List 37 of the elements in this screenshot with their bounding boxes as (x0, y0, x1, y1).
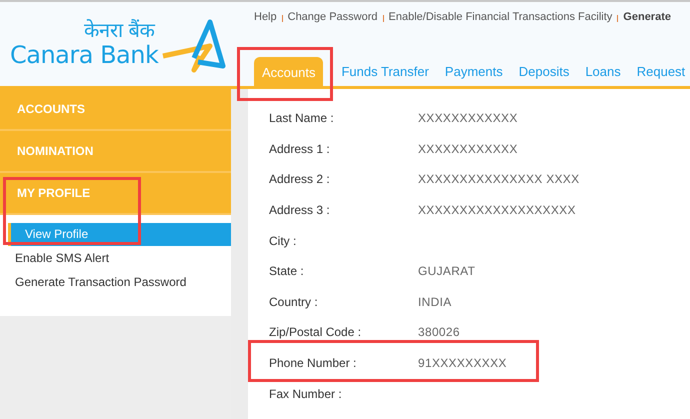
field-label: Fax Number : (268, 386, 343, 401)
field-label: Last Name : (268, 111, 335, 126)
sidebar-item[interactable]: View Profile (8, 223, 231, 246)
nav-tab[interactable]: Request (628, 57, 690, 86)
field-value: GUJARAT (418, 264, 476, 278)
field-label: Phone Number : (268, 356, 358, 370)
nav-tab[interactable]: Accounts (254, 57, 324, 86)
field-label: Country : (268, 294, 319, 309)
sidebar-item[interactable]: Enable SMS Alert (0, 247, 231, 270)
nav-tab[interactable]: Funds Transfer (333, 57, 437, 86)
field-value: 91XXXXXXXXX (418, 356, 507, 370)
logo-hindi-text: केनरा बैंक (84, 20, 154, 42)
top-link[interactable]: Generate (623, 11, 671, 23)
field-value: INDIA (418, 294, 452, 309)
field-label: Address 1 : (268, 142, 331, 156)
sidebar-section[interactable]: ACCOUNTS (0, 89, 231, 131)
field-label: City : (268, 234, 298, 248)
top-link[interactable]: Help (254, 11, 277, 23)
sidebar-section[interactable]: MY PROFILE (0, 173, 231, 215)
field-label: Address 2 : (268, 172, 331, 186)
logo-name-text: Canara Bank (10, 42, 158, 68)
top-link[interactable]: Change Password (288, 11, 378, 23)
field-value: XXXXXXXXXXXXXXX XXXX (418, 172, 580, 186)
nav-tab[interactable]: Payments (436, 57, 511, 86)
sidebar-section[interactable]: NOMINATION (0, 131, 231, 173)
top-link[interactable]: Enable/Disable Financial Transactions Facility (388, 11, 612, 23)
field-value: 380026 (418, 325, 460, 340)
field-value: XXXXXXXXXXXXXXXXXXX (418, 203, 576, 218)
nav-tab[interactable]: Loans (577, 57, 629, 86)
sidebar-item[interactable]: Generate Transaction Password (0, 271, 231, 294)
field-label: Address 3 : (268, 203, 331, 218)
triangle-logo-icon (160, 18, 226, 74)
field-label: Zip/Postal Code : (268, 325, 362, 340)
nav-tab[interactable]: Deposits (510, 57, 578, 86)
field-label: State : (268, 264, 305, 278)
field-value: XXXXXXXXXXXX (418, 111, 518, 126)
field-value: XXXXXXXXXXXX (418, 142, 518, 156)
